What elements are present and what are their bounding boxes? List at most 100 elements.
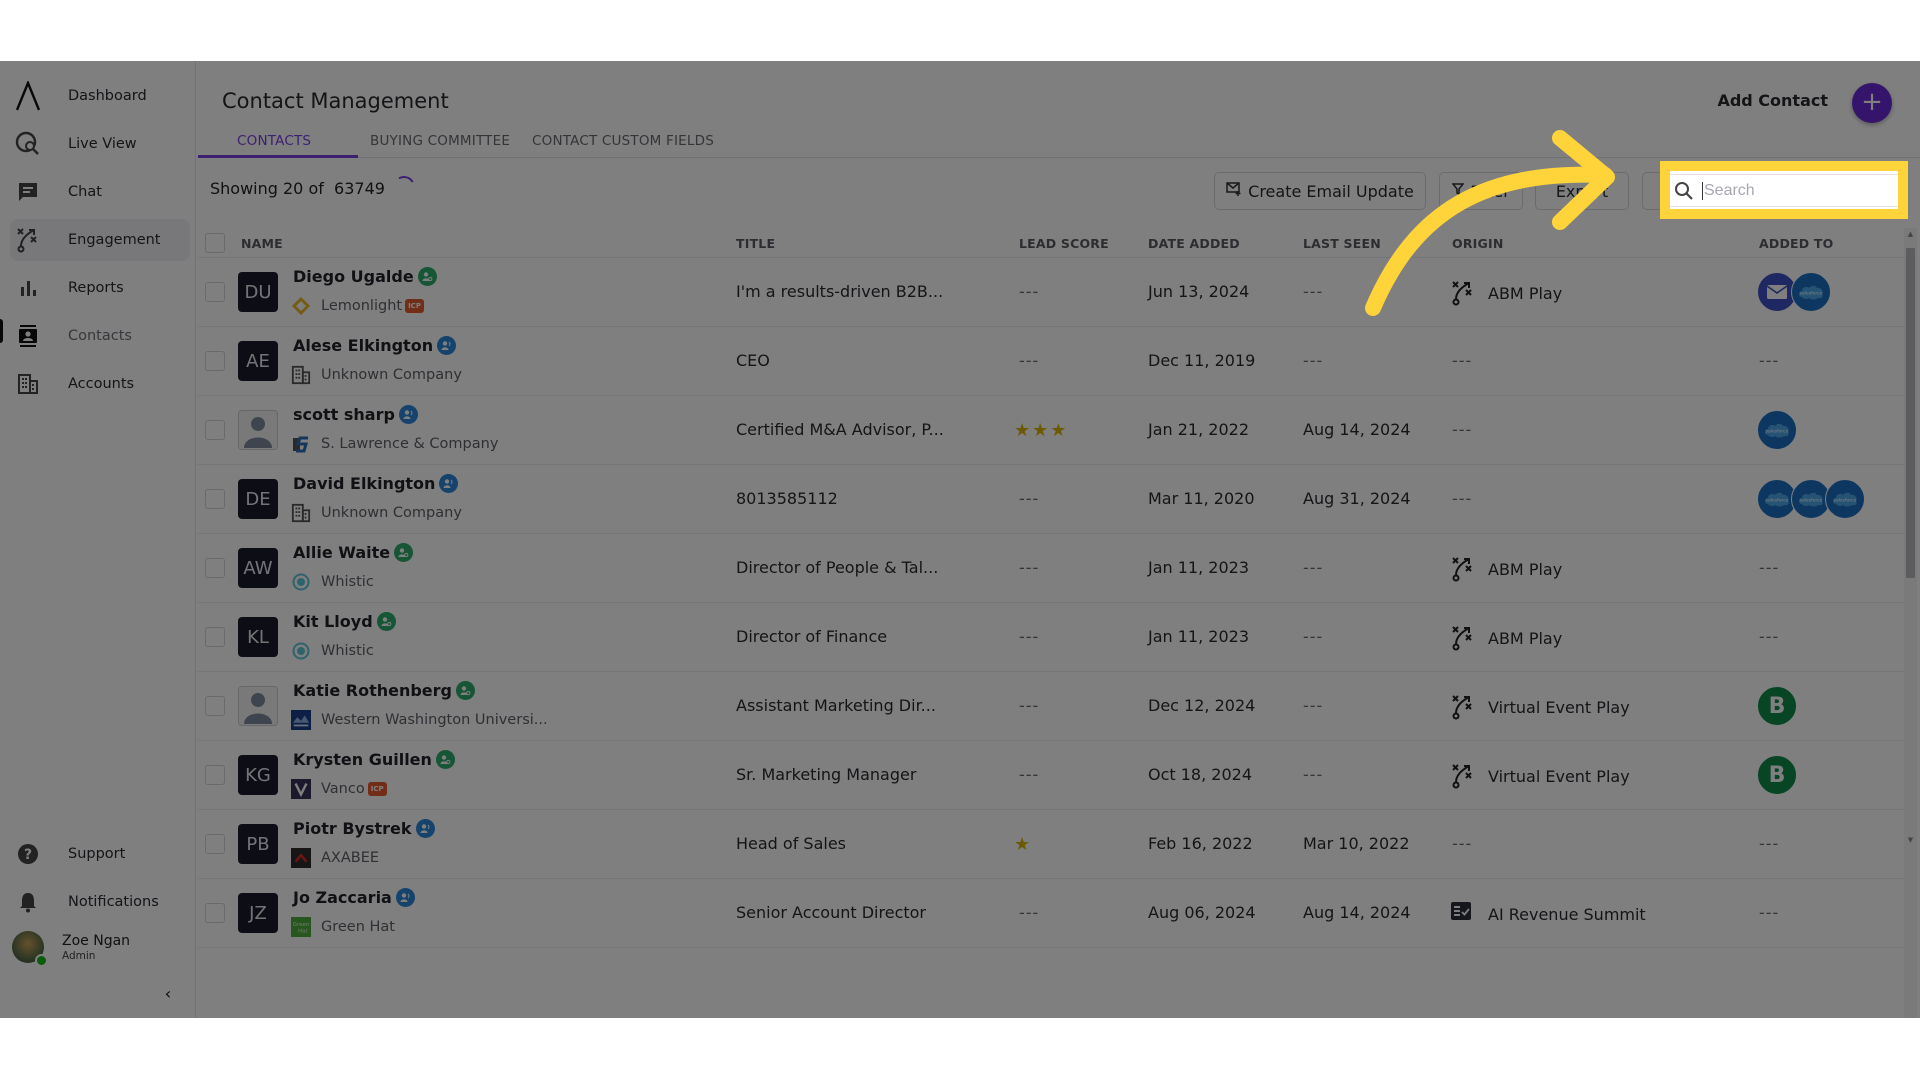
tab-buying-committee[interactable]: BUYING COMMITTEE bbox=[370, 133, 510, 149]
row-checkbox[interactable] bbox=[205, 765, 225, 785]
company-name[interactable]: Unknown Company bbox=[321, 367, 462, 383]
table-row[interactable]: scott sharp S. Lawrence & Company Certifie… bbox=[197, 396, 1904, 465]
last-seen: --- bbox=[1303, 765, 1324, 784]
origin[interactable]: Virtual Event Play bbox=[1450, 694, 1630, 720]
salesforce-icon[interactable]: salesforce bbox=[1757, 410, 1797, 450]
tab-contact-custom-fields[interactable]: CONTACT CUSTOM FIELDS bbox=[532, 133, 714, 149]
contact-name[interactable]: Allie Waite bbox=[293, 543, 390, 562]
contact-title: Certified M&A Advisor, P... bbox=[736, 420, 944, 439]
sidebar-item-support[interactable]: ? Support bbox=[10, 833, 190, 875]
scroll-down-arrow-icon[interactable]: ▼ bbox=[1906, 836, 1915, 846]
salesforce-icon[interactable]: salesforce bbox=[1825, 479, 1865, 519]
contact-name[interactable]: Krysten Guillen bbox=[293, 750, 432, 769]
origin[interactable]: Virtual Event Play bbox=[1450, 763, 1630, 789]
table-row[interactable]: PB Piotr Bystrek AXABEE Head of Sales ★ Feb 1… bbox=[197, 810, 1904, 879]
company-name[interactable]: Lemonlight bbox=[321, 298, 402, 314]
company-name[interactable]: Whistic bbox=[321, 643, 374, 659]
table-row[interactable]: DE David Elkington Unknown Company 80135851… bbox=[197, 465, 1904, 534]
sidebar-item-live-view[interactable]: Live View bbox=[10, 123, 190, 165]
company-name[interactable]: Unknown Company bbox=[321, 505, 462, 521]
event-icon bbox=[1450, 901, 1476, 927]
contact-name[interactable]: David Elkington bbox=[293, 474, 435, 493]
contact-name[interactable]: Diego Ugalde bbox=[293, 267, 414, 286]
origin[interactable]: AI Revenue Summit bbox=[1450, 901, 1646, 927]
row-checkbox[interactable] bbox=[205, 903, 225, 923]
table-row[interactable]: AE Alese Elkington Unknown Company CEO --- De… bbox=[197, 327, 1904, 396]
select-all-checkbox[interactable] bbox=[205, 233, 225, 253]
contact-name[interactable]: Katie Rothenberg bbox=[293, 681, 452, 700]
company-name[interactable]: Whistic bbox=[321, 574, 374, 590]
company-name[interactable]: S. Lawrence & Company bbox=[321, 436, 498, 452]
search-field[interactable] bbox=[1670, 174, 1898, 207]
avatar-initials: KL bbox=[238, 617, 278, 657]
lead-score: --- bbox=[1019, 558, 1040, 577]
b-integration-icon[interactable]: B bbox=[1757, 755, 1797, 795]
avatar-initials: AW bbox=[238, 548, 278, 588]
avatar-initials: JZ bbox=[238, 893, 278, 933]
company-logo-icon bbox=[291, 434, 311, 454]
contact-name[interactable]: scott sharp bbox=[293, 405, 395, 424]
row-checkbox[interactable] bbox=[205, 420, 225, 440]
table-row[interactable]: AW Allie Waite Whistic Director of People &… bbox=[197, 534, 1904, 603]
origin[interactable]: ABM Play bbox=[1450, 625, 1562, 651]
add-contact-button[interactable]: + bbox=[1852, 83, 1892, 123]
column-header-added-to[interactable]: ADDED TO bbox=[1759, 236, 1833, 251]
search-input[interactable] bbox=[1702, 181, 1882, 200]
sidebar-item-engagement[interactable]: Engagement bbox=[10, 219, 190, 261]
company-name[interactable]: Green Hat bbox=[321, 919, 395, 935]
play-icon bbox=[1450, 694, 1476, 720]
table-row[interactable]: Katie Rothenberg Western Washington Unive… bbox=[197, 672, 1904, 741]
origin[interactable]: ABM Play bbox=[1450, 556, 1562, 582]
company-name[interactable]: Vanco bbox=[321, 781, 365, 797]
add-contact-label[interactable]: Add Contact bbox=[1717, 91, 1828, 110]
sidebar-item-chat[interactable]: Chat bbox=[10, 171, 190, 213]
row-checkbox[interactable] bbox=[205, 696, 225, 716]
contact-title: Director of People & Tal... bbox=[736, 558, 939, 577]
column-header-date-added[interactable]: DATE ADDED bbox=[1148, 236, 1240, 251]
company-name[interactable]: AXABEE bbox=[321, 850, 379, 866]
table-row[interactable]: DU Diego Ugalde Lemonlight ICP I'm a results… bbox=[197, 258, 1904, 327]
scrollbar-thumb[interactable] bbox=[1906, 248, 1915, 578]
table-row[interactable]: KG Krysten Guillen Vanco ICP Sr. Marketing M… bbox=[197, 741, 1904, 810]
table-row[interactable]: JZ Jo Zaccaria Green Hat Green Hat Senior Acc… bbox=[197, 879, 1904, 948]
collapse-sidebar-button[interactable]: ‹ bbox=[158, 983, 178, 1003]
tab-contacts[interactable]: CONTACTS bbox=[237, 133, 311, 149]
row-checkbox[interactable] bbox=[205, 558, 225, 578]
chat-icon bbox=[14, 178, 42, 206]
row-checkbox[interactable] bbox=[205, 489, 225, 509]
contact-name[interactable]: Jo Zaccaria bbox=[293, 888, 392, 907]
row-checkbox[interactable] bbox=[205, 834, 225, 854]
salesforce-icon[interactable]: salesforce bbox=[1791, 272, 1831, 312]
b-integration-icon[interactable]: B bbox=[1757, 686, 1797, 726]
active-indicator bbox=[0, 319, 3, 343]
column-header-lead-score[interactable]: LEAD SCORE bbox=[1019, 236, 1109, 251]
avatar-initials: DU bbox=[238, 272, 278, 312]
date-added: Mar 11, 2020 bbox=[1148, 489, 1255, 508]
sidebar-item-contacts[interactable]: Contacts bbox=[10, 315, 190, 357]
row-checkbox[interactable] bbox=[205, 627, 225, 647]
sidebar-item-accounts[interactable]: Accounts bbox=[10, 363, 190, 405]
bell-icon bbox=[14, 888, 42, 916]
date-added: Jan 11, 2023 bbox=[1148, 627, 1249, 646]
row-checkbox[interactable] bbox=[205, 351, 225, 371]
contact-name[interactable]: Alese Elkington bbox=[293, 336, 433, 355]
column-header-title[interactable]: TITLE bbox=[736, 236, 775, 251]
company-name[interactable]: Western Washington Universi... bbox=[321, 712, 548, 728]
help-icon: ? bbox=[14, 840, 42, 868]
sidebar-item-dashboard[interactable]: Dashboard bbox=[10, 75, 190, 117]
scroll-up-arrow-icon[interactable]: ▲ bbox=[1906, 230, 1915, 240]
vertical-scrollbar[interactable]: ▲ ▼ bbox=[1904, 228, 1917, 1018]
star-icon: ★ bbox=[1014, 834, 1033, 855]
contact-name[interactable]: Piotr Bystrek bbox=[293, 819, 412, 838]
icp-badge: ICP bbox=[367, 782, 387, 796]
table-row[interactable]: KL Kit Lloyd Whistic Director of Finance ---… bbox=[197, 603, 1904, 672]
user-profile[interactable]: Zoe Ngan Admin bbox=[12, 927, 192, 967]
sidebar-item-reports[interactable]: Reports bbox=[10, 267, 190, 309]
tab-bar: CONTACTS BUYING COMMITTEE CONTACT CUSTOM… bbox=[197, 121, 1920, 158]
column-header-name[interactable]: NAME bbox=[241, 236, 283, 251]
contact-name[interactable]: Kit Lloyd bbox=[293, 612, 373, 631]
play-icon bbox=[1450, 763, 1476, 789]
row-checkbox[interactable] bbox=[205, 282, 225, 302]
date-added: Jan 21, 2022 bbox=[1148, 420, 1249, 439]
sidebar-item-notifications[interactable]: Notifications bbox=[10, 881, 190, 923]
